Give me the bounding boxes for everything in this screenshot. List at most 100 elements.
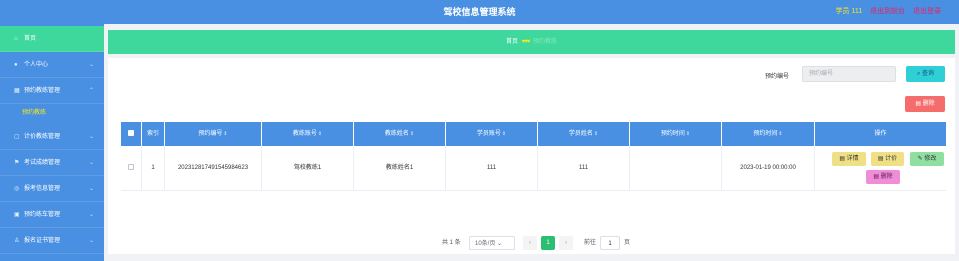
top-header: 驾校信息管理系统 学员 111 退出到前台 退出登录	[0, 0, 959, 24]
sort-icon[interactable]: ⇕	[594, 131, 598, 137]
sidebar-item-profile[interactable]: ● 个人中心 ⌄	[0, 52, 104, 78]
search-icon: ⌕	[916, 71, 921, 77]
page-suffix: 页	[624, 240, 631, 246]
search-input[interactable]: 预约编号	[802, 66, 896, 82]
next-page-button[interactable]: ›	[559, 236, 573, 250]
chevron-down-icon: ⌄	[88, 62, 94, 68]
cell-coach-account: 驾校教练1	[262, 146, 354, 191]
cell-student-account: 111	[446, 146, 538, 191]
home-icon: ⌂	[14, 36, 18, 42]
sort-icon[interactable]: ⇕	[502, 131, 506, 137]
chevron-down-icon: ⌄	[88, 212, 94, 218]
grid-icon: ▦	[14, 88, 20, 94]
sidebar-item-home[interactable]: ⌂ 首页	[0, 26, 104, 52]
chevron-down-icon: ⌄	[88, 160, 94, 166]
cell-booking-no: 202312817491545984623	[165, 146, 262, 191]
bulk-delete-button[interactable]: ▤ 删除	[905, 96, 945, 112]
query-button[interactable]: ⌕ 查询	[906, 66, 945, 82]
cell-index: 1	[142, 146, 165, 191]
app-title: 驾校信息管理系统	[443, 7, 516, 17]
column-header-student-account[interactable]: 学员账号⇕	[446, 122, 538, 146]
user-icon: ●	[14, 62, 18, 68]
column-header-booking-time[interactable]: 预约时间⇕	[630, 122, 722, 146]
main-content: 首页 ♥♥♥ 预约教练 预约编号 预约编号 ⌕ 查询 ▤ 删除 索引 预约编号⇕…	[104, 24, 959, 261]
sort-icon[interactable]: ⇕	[686, 131, 690, 137]
trash-icon: ▤	[915, 101, 921, 107]
page-number-1[interactable]: 1	[541, 236, 555, 250]
chevron-down-icon: ⌄	[88, 186, 94, 192]
chevron-down-icon: ⌄	[88, 134, 94, 140]
column-header-appointment-time[interactable]: 预约时间⇕	[722, 122, 815, 146]
cell-appointment-time: 2023-01-19 00:00:00	[722, 146, 815, 191]
edit-icon: ✎	[917, 156, 923, 162]
content-panel: 预约编号 预约编号 ⌕ 查询 ▤ 删除 索引 预约编号⇕ 教练账号⇕ 教练姓名⇕…	[108, 58, 955, 254]
sidebar-item-label: 首页	[24, 36, 37, 42]
sidebar-item-label: 考试成绩管理	[24, 160, 61, 166]
sidebar-item-booking-practice[interactable]: ▣ 预约练车管理 ⌄	[0, 202, 104, 228]
chevron-up-icon: ⌃	[88, 88, 94, 94]
prev-page-button[interactable]: ‹	[523, 236, 537, 250]
page-size-select[interactable]: 10条/页 ⌄	[469, 236, 515, 250]
sort-icon[interactable]: ⇕	[318, 131, 322, 137]
checkbox-icon	[128, 164, 134, 171]
row-checkbox[interactable]	[121, 146, 142, 191]
cell-student-name: 111	[538, 146, 630, 191]
table-header: 索引 预约编号⇕ 教练账号⇕ 教练姓名⇕ 学员账号⇕ 学员姓名⇕ 预约时间⇕ 预…	[121, 122, 946, 146]
checkbox-icon	[128, 130, 134, 137]
delete-button-label: 删除	[922, 101, 935, 107]
sidebar: ⌂ 首页 ● 个人中心 ⌄ ▦ 预约教练管理 ⌃ 预约教练 ▢ 计价教练管理 ⌄ ⚑ 考试…	[0, 24, 104, 261]
sidebar-item-label: 预约教练管理	[24, 88, 61, 94]
breadcrumb: 首页 ♥♥♥ 预约教练	[108, 30, 955, 54]
sidebar-item-exam-scores[interactable]: ⚑ 考试成绩管理 ⌄	[0, 150, 104, 176]
pagination: 共 1 条 10条/页 ⌄ ‹ 1 › 前往 1 页	[108, 236, 955, 250]
sort-icon[interactable]: ⇕	[410, 131, 414, 137]
pay-button[interactable]: ▤ 计价	[871, 152, 904, 166]
document-icon: ▤	[877, 156, 884, 162]
query-button-label: 查询	[922, 71, 935, 77]
car-icon: ▣	[14, 212, 20, 218]
chevron-down-icon: ⌄	[497, 241, 503, 247]
select-all-checkbox[interactable]	[121, 122, 142, 146]
breadcrumb-current: 预约教练	[533, 39, 558, 45]
sidebar-subitem-booking-coach[interactable]: 预约教练	[0, 104, 104, 122]
column-header-student-name[interactable]: 学员姓名⇕	[538, 122, 630, 146]
breadcrumb-home[interactable]: 首页	[506, 39, 518, 45]
sidebar-item-pricing-coach[interactable]: ▢ 计价教练管理 ⌄	[0, 124, 104, 150]
detail-button[interactable]: ▤ 详情	[832, 152, 866, 166]
flag-icon: ⚑	[14, 160, 20, 166]
cell-coach-name: 教练姓名1	[354, 146, 446, 191]
row-delete-button[interactable]: ▤ 删除	[866, 170, 900, 184]
goto-page-input[interactable]: 1	[600, 236, 620, 250]
edit-button[interactable]: ✎ 修改	[910, 152, 944, 166]
sidebar-item-certificate[interactable]: ♙ 报名证书管理 ⌄	[0, 228, 104, 254]
cell-booking-time	[630, 146, 722, 191]
document-icon: ▤	[839, 156, 845, 162]
certificate-icon: ♙	[14, 238, 20, 244]
column-header-booking-no[interactable]: 预约编号⇕	[165, 122, 262, 146]
sidebar-item-label: 报名证书管理	[24, 238, 61, 244]
sidebar-item-label: 报考信息管理	[24, 186, 61, 192]
sort-icon[interactable]: ⇕	[223, 131, 227, 137]
clipboard-icon: ▢	[14, 134, 20, 140]
heart-icon: ♥♥♥	[521, 39, 531, 45]
goto-label: 前往	[584, 240, 597, 246]
column-header-index: 索引	[142, 122, 165, 146]
sidebar-item-label: 预约练车管理	[24, 212, 61, 218]
header-actions: 学员 111 退出到前台 退出登录	[830, 0, 942, 24]
search-label: 预约编号	[765, 74, 790, 80]
table-row: 1 202312817491545984623 驾校教练1 教练姓名1 111 …	[121, 146, 946, 191]
sort-icon[interactable]: ⇕	[778, 131, 782, 137]
sidebar-item-booking-coach[interactable]: ▦ 预约教练管理 ⌃	[0, 78, 104, 104]
exit-to-front-link[interactable]: 退出到前台	[870, 8, 905, 15]
logout-link[interactable]: 退出登录	[913, 8, 941, 15]
column-header-coach-account[interactable]: 教练账号⇕	[262, 122, 354, 146]
trash-icon: ▤	[873, 174, 879, 180]
chevron-down-icon: ⌄	[88, 238, 94, 244]
user-role: 学员 111	[835, 8, 863, 15]
pagination-total: 共 1 条	[442, 240, 461, 246]
sidebar-item-label: 计价教练管理	[24, 134, 61, 140]
column-header-coach-name[interactable]: 教练姓名⇕	[354, 122, 446, 146]
sidebar-item-label: 个人中心	[24, 62, 49, 68]
sidebar-item-exam-registration[interactable]: ◎ 报考信息管理 ⌄	[0, 176, 104, 202]
column-header-actions: 操作	[874, 131, 887, 137]
